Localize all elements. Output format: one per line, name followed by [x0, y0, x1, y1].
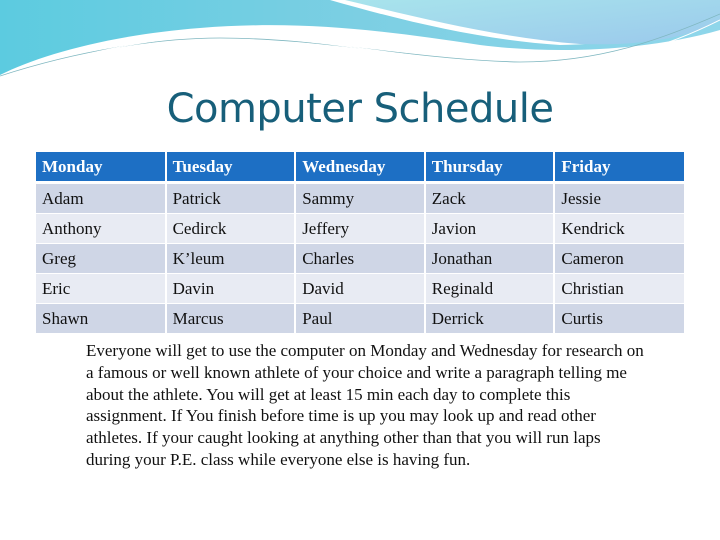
table-cell: Derrick	[424, 303, 556, 334]
table-row: Eric Davin David Reginald Christian	[36, 273, 684, 304]
table-cell: Christian	[554, 273, 684, 304]
table-cell: Javion	[424, 213, 556, 244]
table-cell: Charles	[295, 243, 426, 274]
header-thursday: Thursday	[424, 152, 556, 184]
header-tuesday: Tuesday	[165, 152, 297, 184]
header-monday: Monday	[36, 152, 167, 184]
table-cell: Kendrick	[554, 213, 684, 244]
table-cell: Anthony	[36, 213, 167, 244]
table-cell: Cedirck	[165, 213, 297, 244]
table-cell: Patrick	[165, 182, 297, 214]
instructions-paragraph: Everyone will get to use the computer on…	[86, 341, 644, 469]
table-row: Shawn Marcus Paul Derrick Curtis	[36, 303, 684, 334]
table-header-row: Monday Tuesday Wednesday Thursday Friday	[36, 152, 684, 184]
table-cell: Jeffery	[295, 213, 426, 244]
table-cell: Sammy	[295, 182, 426, 214]
table-cell: Adam	[36, 182, 167, 214]
table-cell: Paul	[295, 303, 426, 334]
table-cell: Curtis	[554, 303, 684, 334]
table-cell: Shawn	[36, 303, 167, 334]
table-cell: Marcus	[165, 303, 297, 334]
table-cell: Eric	[36, 273, 167, 304]
decorative-wave-background	[0, 0, 720, 81]
table-cell: Greg	[36, 243, 167, 274]
table-cell: Davin	[165, 273, 297, 304]
table-cell: Jonathan	[424, 243, 556, 274]
table-cell: Jessie	[554, 182, 684, 214]
schedule-table: Monday Tuesday Wednesday Thursday Friday…	[36, 152, 684, 334]
header-friday: Friday	[554, 152, 684, 184]
table-row: Adam Patrick Sammy Zack Jessie	[36, 182, 684, 214]
table-cell: Reginald	[424, 273, 556, 304]
table-cell: Zack	[424, 182, 556, 214]
slide-title: Computer Schedule	[166, 86, 554, 132]
table-cell: Cameron	[554, 243, 684, 274]
header-wednesday: Wednesday	[295, 152, 426, 184]
table-cell: David	[295, 273, 426, 304]
table-row: Anthony Cedirck Jeffery Javion Kendrick	[36, 213, 684, 244]
table-cell: K’leum	[165, 243, 297, 274]
table-row: Greg K’leum Charles Jonathan Cameron	[36, 243, 684, 274]
